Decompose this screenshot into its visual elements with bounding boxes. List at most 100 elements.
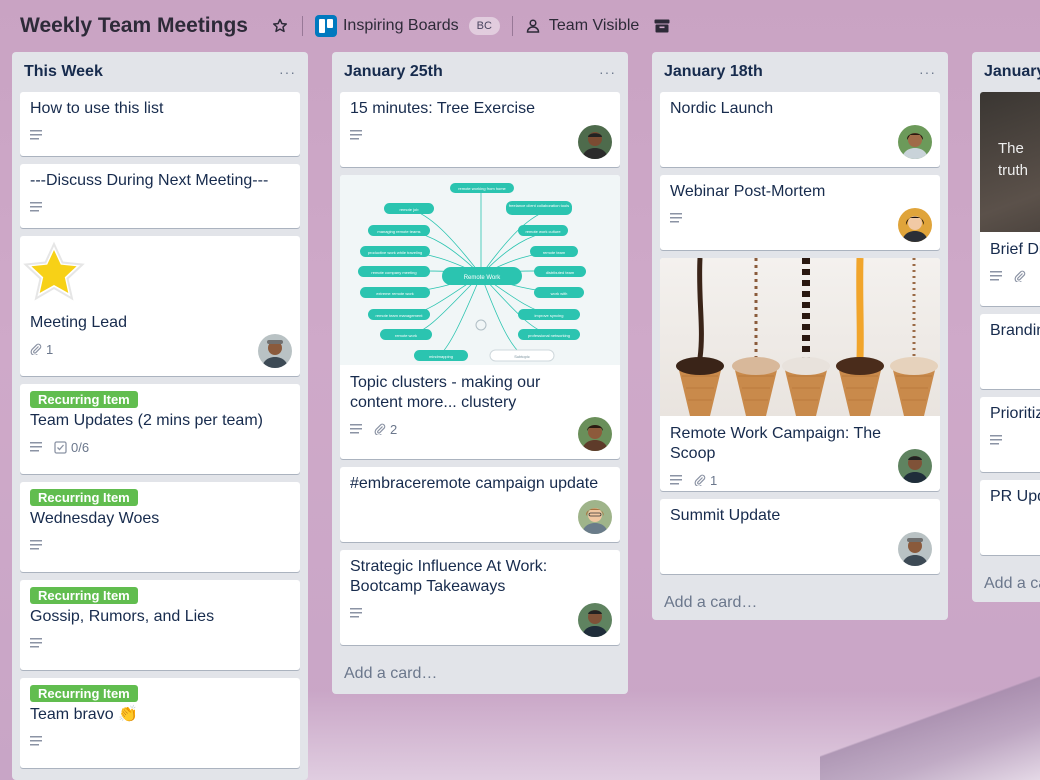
card[interactable]: ---Discuss During Next Meeting---	[20, 164, 300, 228]
list-january-11th: January 11th The truth Brief Discussion …	[972, 52, 1040, 602]
checklist-badge: 0/6	[54, 440, 89, 455]
card[interactable]: Recurring Item Team bravo 👏	[20, 678, 300, 768]
card-title: Meeting Lead	[30, 314, 127, 331]
card[interactable]: Recurring Item Team Updates (2 mins per …	[20, 384, 300, 474]
card[interactable]: The truth Brief Discussion	[980, 92, 1040, 306]
card[interactable]: Prioritization	[980, 397, 1040, 472]
list-menu-icon[interactable]: ···	[919, 64, 936, 80]
paperclip-icon	[374, 423, 386, 435]
attachment-badge: 1	[694, 473, 717, 488]
list-this-week: This Week ··· How to use this list ---Di…	[12, 52, 308, 780]
svg-text:remote team: remote team	[543, 250, 566, 255]
svg-text:remote company meeting: remote company meeting	[371, 270, 416, 275]
card[interactable]: Nordic Launch	[660, 92, 940, 167]
attachment-badge: 2	[374, 422, 397, 437]
list-header[interactable]: January 18th ···	[660, 52, 940, 92]
avatar[interactable]	[578, 125, 612, 159]
svg-text:mindmapping: mindmapping	[429, 354, 453, 359]
label-recurring: Recurring Item	[30, 587, 138, 604]
description-icon	[30, 638, 42, 648]
label-recurring: Recurring Item	[30, 391, 138, 408]
label-recurring: Recurring Item	[30, 685, 138, 702]
avatar[interactable]	[898, 208, 932, 242]
cover-text: The truth	[998, 140, 1028, 179]
paperclip-icon	[694, 474, 706, 486]
card-title: Strategic Influence At Work: Bootcamp Ta…	[350, 558, 548, 595]
card-title: Prioritization	[990, 405, 1040, 422]
avatar[interactable]	[898, 125, 932, 159]
card[interactable]: Strategic Influence At Work: Bootcamp Ta…	[340, 550, 620, 645]
list-menu-icon[interactable]: ···	[599, 64, 616, 80]
card-title: Team bravo 👏	[30, 706, 138, 723]
description-icon	[30, 202, 42, 212]
card-title: Nordic Launch	[670, 100, 774, 117]
add-card-button[interactable]: Add a card…	[660, 582, 940, 626]
list-header[interactable]: This Week ···	[20, 52, 300, 92]
avatar[interactable]	[578, 500, 612, 534]
card[interactable]: #embraceremote campaign update	[340, 467, 620, 542]
team-visible-icon	[525, 18, 541, 34]
board-title[interactable]: Weekly Team Meetings	[20, 14, 248, 38]
card-title: 15 minutes: Tree Exercise	[350, 100, 535, 117]
card-title: Webinar Post-Mortem	[670, 183, 826, 200]
svg-text:Subtopic: Subtopic	[514, 354, 530, 359]
card[interactable]: 15 minutes: Tree Exercise	[340, 92, 620, 167]
board-header: Weekly Team Meetings Inspiring Boards BC…	[0, 0, 1040, 52]
avatar[interactable]	[898, 449, 932, 483]
card[interactable]: Remote Work Campaign: The Scoop 1	[660, 258, 940, 491]
avatar[interactable]	[578, 603, 612, 637]
trello-logo-icon	[314, 15, 337, 37]
ice-cream-cones-image	[660, 258, 940, 416]
description-icon	[30, 540, 42, 550]
svg-text:productive work while travelin: productive work while traveling	[368, 250, 422, 255]
add-card-button[interactable]: Add a card…	[980, 563, 1040, 602]
avatar[interactable]	[578, 417, 612, 451]
header-divider	[511, 16, 513, 36]
card[interactable]: remote working from home Remote Work rem…	[340, 175, 620, 459]
visibility-button[interactable]: Team Visible	[525, 17, 639, 35]
svg-text:managing remote teams: managing remote teams	[377, 229, 420, 234]
team-button[interactable]: Inspiring Boards BC	[314, 15, 500, 37]
paperclip-icon	[1014, 270, 1026, 282]
list-january-25th: January 25th ··· 15 minutes: Tree Exerci…	[332, 52, 628, 694]
description-icon	[670, 475, 682, 485]
list-header[interactable]: January 11th	[980, 52, 1040, 92]
svg-text:remote job: remote job	[400, 207, 420, 212]
card[interactable]: Webinar Post-Mortem	[660, 175, 940, 250]
card-title: How to use this list	[30, 100, 164, 117]
svg-text:Remote Work: Remote Work	[464, 275, 502, 281]
list-menu-icon[interactable]: ···	[279, 64, 296, 80]
add-card-button[interactable]: Add a card…	[340, 653, 620, 697]
card[interactable]: Branding	[980, 314, 1040, 389]
team-badge: BC	[468, 17, 500, 35]
svg-text:remote work culture: remote work culture	[525, 229, 561, 234]
star-sticker-icon	[23, 241, 290, 307]
card[interactable]: Summit Update	[660, 499, 940, 574]
background-mountain	[820, 670, 1040, 780]
card[interactable]: How to use this list	[20, 92, 300, 156]
list-title: January 25th	[344, 63, 443, 80]
description-icon	[670, 213, 682, 223]
card-title: Wednesday Woes	[30, 510, 160, 527]
team-name: Inspiring Boards	[342, 17, 459, 34]
avatar[interactable]	[258, 334, 292, 368]
card-title: PR Update	[990, 488, 1040, 505]
card[interactable]: Recurring Item Wednesday Woes	[20, 482, 300, 572]
visibility-label: Team Visible	[548, 17, 640, 34]
list-january-18th: January 18th ··· Nordic Launch Webinar P…	[652, 52, 948, 620]
svg-text:professional networking: professional networking	[528, 333, 570, 338]
list-header[interactable]: January 25th ···	[340, 52, 620, 92]
card-title: Team Updates (2 mins per team)	[30, 412, 263, 429]
card-title: Branding	[990, 322, 1040, 339]
header-divider	[301, 16, 303, 36]
card[interactable]: Meeting Lead 1	[20, 236, 300, 376]
description-icon	[30, 736, 42, 746]
card[interactable]: Recurring Item Gossip, Rumors, and Lies	[20, 580, 300, 670]
svg-text:work with: work with	[551, 291, 568, 296]
avatar[interactable]	[898, 532, 932, 566]
star-icon[interactable]	[270, 16, 290, 36]
dark-cover-image: The truth	[980, 92, 1040, 232]
card-title: Remote Work Campaign: The Scoop	[670, 425, 882, 462]
archive-icon[interactable]	[653, 18, 671, 34]
card[interactable]: PR Update	[980, 480, 1040, 555]
